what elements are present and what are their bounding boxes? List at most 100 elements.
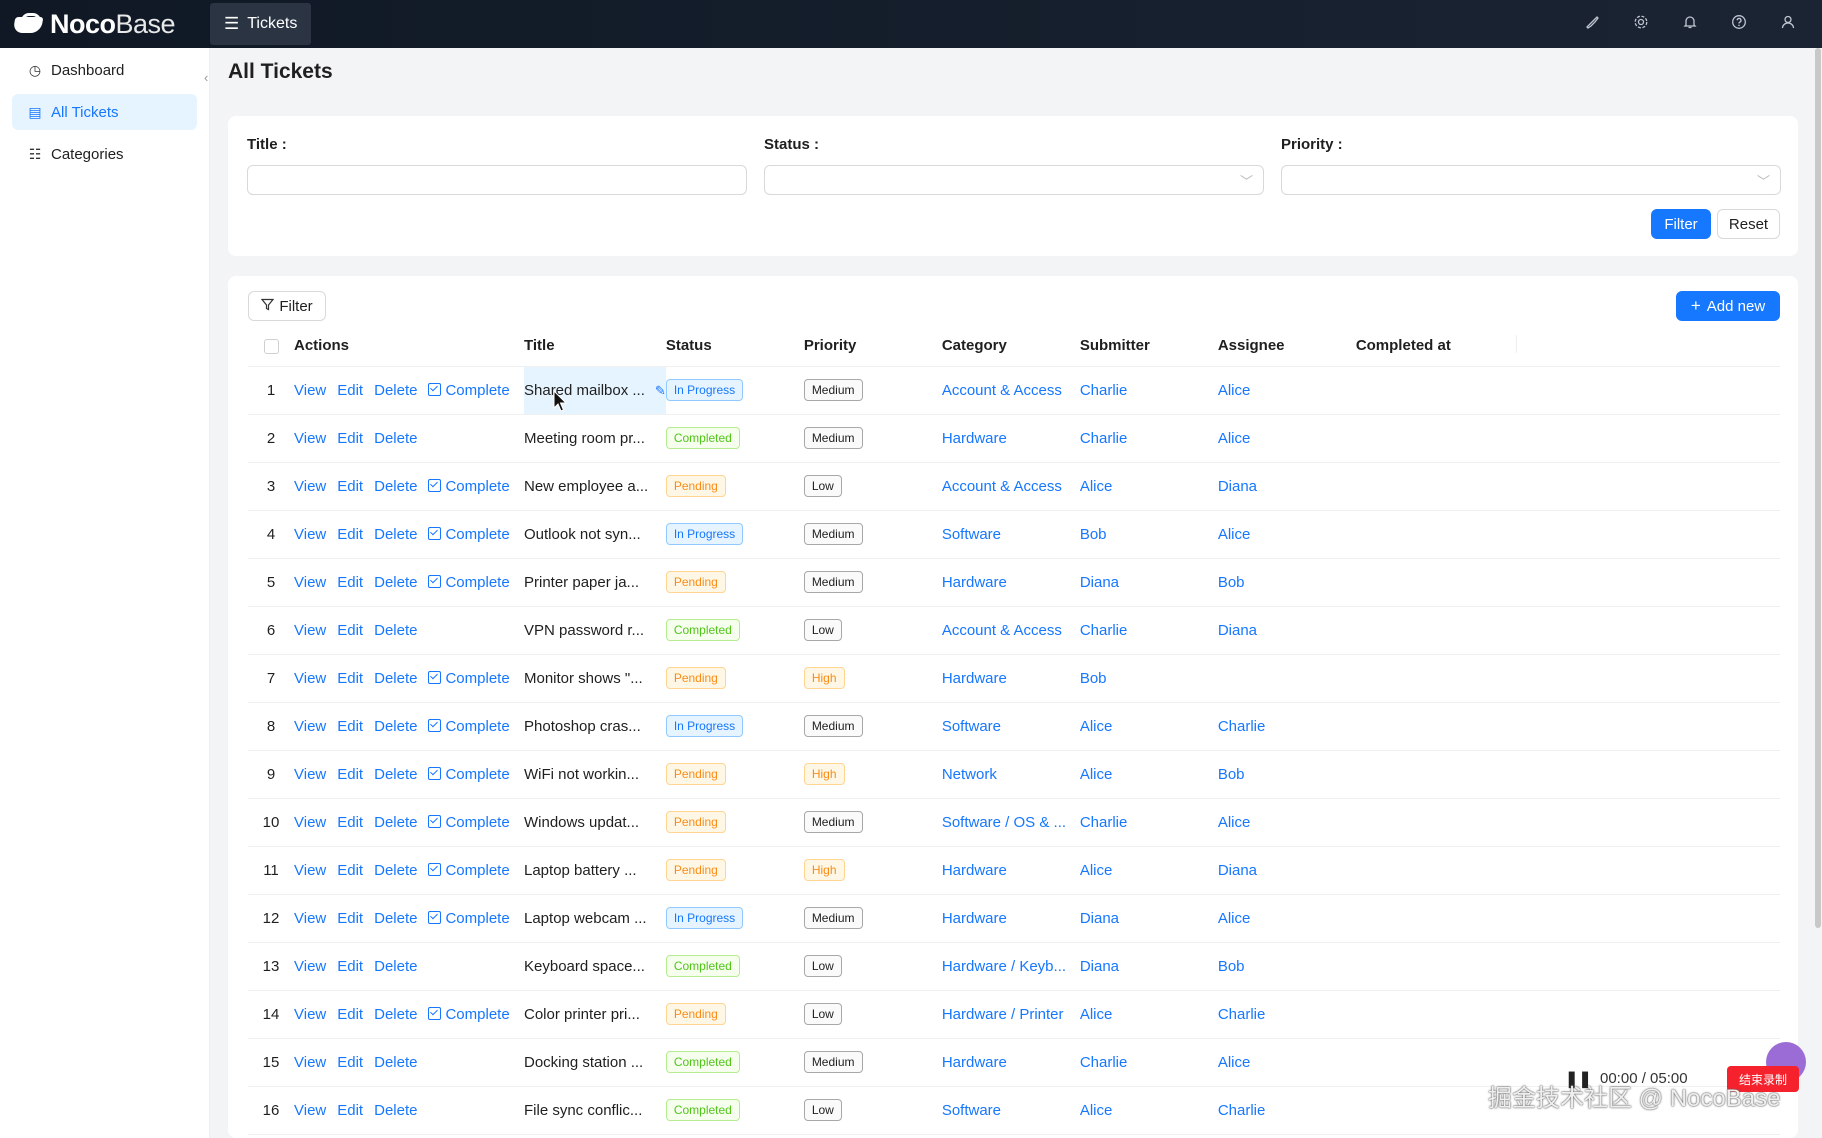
delete-link[interactable]: Delete [374, 1054, 417, 1071]
assignee-link[interactable]: Bob [1218, 574, 1245, 591]
submitter-link[interactable]: Charlie [1080, 430, 1128, 447]
view-link[interactable]: View [294, 382, 326, 399]
edit-link[interactable]: Edit [337, 574, 363, 591]
title-cell[interactable]: Photoshop cras... [524, 702, 666, 751]
column-header-submitter[interactable]: Submitter [1079, 326, 1218, 367]
view-link[interactable]: View [294, 430, 326, 447]
category-link[interactable]: Account & Access [942, 622, 1062, 639]
category-link[interactable]: Hardware [942, 670, 1007, 687]
title-input[interactable] [247, 165, 747, 195]
complete-link[interactable]: Complete [428, 526, 510, 543]
reset-button[interactable]: Reset [1717, 209, 1780, 239]
settings-gear-icon[interactable] [1616, 14, 1665, 35]
category-link[interactable]: Hardware / Printer [942, 1006, 1064, 1023]
filter-submit-button[interactable]: Filter [1651, 209, 1711, 239]
edit-link[interactable]: Edit [337, 910, 363, 927]
submitter-link[interactable]: Alice [1080, 1102, 1113, 1119]
edit-link[interactable]: Edit [337, 670, 363, 687]
column-header-assignee[interactable]: Assignee [1217, 326, 1356, 367]
view-link[interactable]: View [294, 910, 326, 927]
assignee-link[interactable]: Alice [1218, 814, 1251, 831]
submitter-link[interactable]: Alice [1080, 718, 1113, 735]
assignee-link[interactable]: Alice [1218, 382, 1251, 399]
delete-link[interactable]: Delete [374, 766, 417, 783]
add-new-button[interactable]: + Add new [1676, 291, 1780, 321]
view-link[interactable]: View [294, 862, 326, 879]
delete-link[interactable]: Delete [374, 382, 417, 399]
assignee-link[interactable]: Bob [1218, 958, 1245, 975]
delete-link[interactable]: Delete [374, 718, 417, 735]
edit-link[interactable]: Edit [337, 814, 363, 831]
logo[interactable]: NocoBase [14, 9, 210, 40]
delete-link[interactable]: Delete [374, 622, 417, 639]
title-cell[interactable]: Meeting room pr... [524, 414, 666, 463]
category-link[interactable]: Hardware [942, 574, 1007, 591]
submitter-link[interactable]: Bob [1080, 526, 1107, 543]
submitter-link[interactable]: Alice [1080, 1006, 1113, 1023]
view-link[interactable]: View [294, 574, 326, 591]
edit-link[interactable]: Edit [337, 718, 363, 735]
assignee-link[interactable]: Diana [1218, 862, 1257, 879]
complete-link[interactable]: Complete [428, 766, 510, 783]
column-header-status[interactable]: Status [665, 326, 804, 367]
submitter-link[interactable]: Diana [1080, 910, 1119, 927]
delete-link[interactable]: Delete [374, 910, 417, 927]
title-cell[interactable]: New employee a... [524, 462, 666, 511]
edit-link[interactable]: Edit [337, 430, 363, 447]
view-link[interactable]: View [294, 814, 326, 831]
bell-icon[interactable] [1665, 14, 1714, 35]
table-filter-button[interactable]: Filter [248, 291, 326, 321]
title-cell[interactable]: Docking station ... [524, 1038, 666, 1087]
assignee-link[interactable]: Alice [1218, 910, 1251, 927]
submitter-link[interactable]: Charlie [1080, 622, 1128, 639]
title-cell[interactable]: Shared mailbox ... ✎ [524, 366, 666, 415]
theme-brush-icon[interactable] [1567, 14, 1616, 35]
assignee-link[interactable]: Alice [1218, 526, 1251, 543]
delete-link[interactable]: Delete [374, 430, 417, 447]
edit-pencil-icon[interactable]: ✎ [655, 383, 666, 398]
view-link[interactable]: View [294, 478, 326, 495]
view-link[interactable]: View [294, 718, 326, 735]
delete-link[interactable]: Delete [374, 478, 417, 495]
title-cell[interactable]: WiFi not workin... [524, 750, 666, 799]
view-link[interactable]: View [294, 670, 326, 687]
edit-link[interactable]: Edit [337, 1102, 363, 1119]
category-link[interactable]: Network [942, 766, 997, 783]
submitter-link[interactable]: Diana [1080, 958, 1119, 975]
assignee-link[interactable]: Alice [1218, 430, 1251, 447]
complete-link[interactable]: Complete [428, 382, 510, 399]
help-icon[interactable] [1714, 14, 1763, 35]
edit-link[interactable]: Edit [337, 382, 363, 399]
complete-link[interactable]: Complete [428, 718, 510, 735]
category-link[interactable]: Software [942, 718, 1001, 735]
category-link[interactable]: Account & Access [942, 478, 1062, 495]
submitter-link[interactable]: Alice [1080, 478, 1113, 495]
category-link[interactable]: Hardware [942, 430, 1007, 447]
delete-link[interactable]: Delete [374, 1102, 417, 1119]
edit-link[interactable]: Edit [337, 622, 363, 639]
sidebar-item-categories[interactable]: ☷ Categories [12, 136, 197, 172]
title-cell[interactable]: Keyboard space... [524, 942, 666, 991]
submitter-link[interactable]: Diana [1080, 574, 1119, 591]
delete-link[interactable]: Delete [374, 1006, 417, 1023]
delete-link[interactable]: Delete [374, 814, 417, 831]
title-cell[interactable]: Laptop webcam ... [524, 894, 666, 943]
title-cell[interactable]: Monitor shows "... [524, 654, 666, 703]
delete-link[interactable]: Delete [374, 526, 417, 543]
delete-link[interactable]: Delete [374, 862, 417, 879]
title-cell[interactable]: Outlook not syn... [524, 510, 666, 559]
title-cell[interactable]: Printer paper ja... [524, 558, 666, 607]
edit-link[interactable]: Edit [337, 526, 363, 543]
complete-link[interactable]: Complete [428, 910, 510, 927]
column-header-category[interactable]: Category [941, 326, 1080, 367]
title-cell[interactable]: File sync conflic... [524, 1086, 666, 1135]
view-link[interactable]: View [294, 958, 326, 975]
edit-link[interactable]: Edit [337, 1054, 363, 1071]
assignee-link[interactable]: Bob [1218, 766, 1245, 783]
title-cell[interactable]: Windows updat... [524, 798, 666, 847]
user-icon[interactable] [1763, 14, 1812, 35]
title-cell[interactable]: VPN password r... [524, 606, 666, 655]
complete-link[interactable]: Complete [428, 574, 510, 591]
select-all-checkbox[interactable] [263, 338, 279, 354]
delete-link[interactable]: Delete [374, 574, 417, 591]
